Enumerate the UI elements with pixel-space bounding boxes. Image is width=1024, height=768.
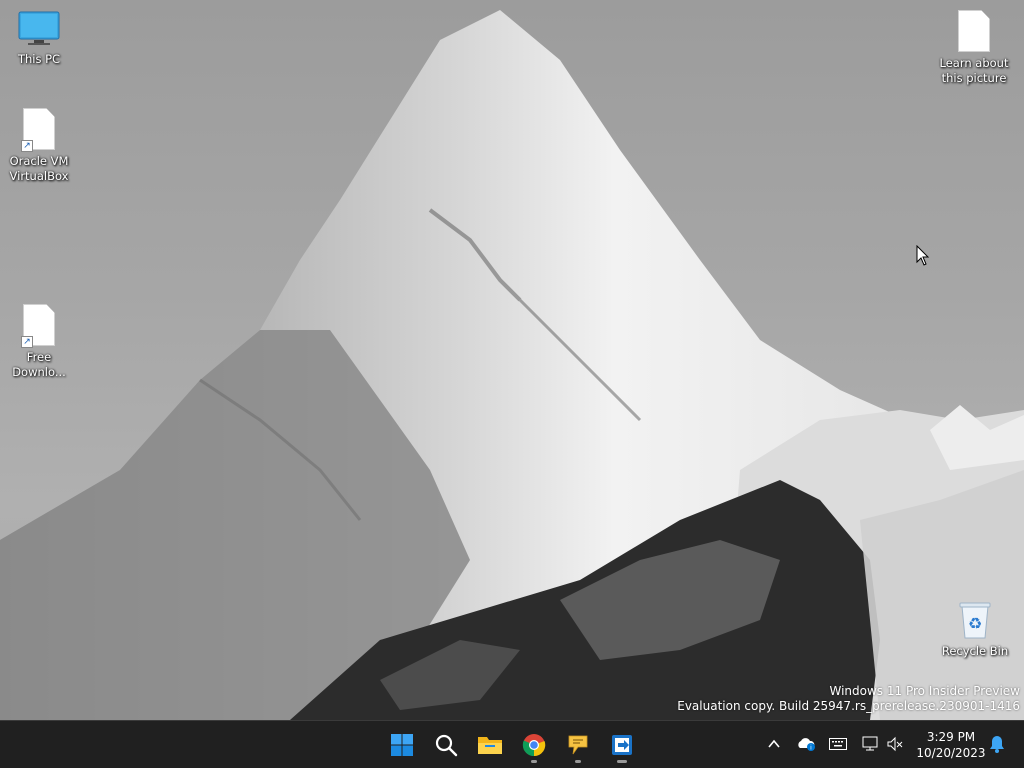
- monitor-icon: [18, 10, 60, 48]
- running-indicator: [531, 760, 537, 763]
- windows-watermark: Windows 11 Pro Insider Preview Evaluatio…: [677, 684, 1020, 714]
- document-icon: [958, 10, 990, 52]
- desktop-icon-label: This PC: [17, 52, 61, 66]
- search-button[interactable]: [428, 727, 464, 763]
- svg-text:♻: ♻: [968, 614, 982, 633]
- desktop[interactable]: This PC ↗ Oracle VM VirtualBox ↗ Free Do…: [0, 0, 1024, 720]
- desktop-icon-oracle-vm-virtualbox[interactable]: ↗ Oracle VM VirtualBox: [1, 108, 77, 184]
- chrome-icon: [522, 734, 546, 757]
- desktop-icon-free-download[interactable]: ↗ Free Downlo...: [1, 304, 77, 380]
- search-icon: [435, 734, 458, 757]
- network-icon: [862, 736, 878, 751]
- desktop-icon-label: Recycle Bin: [941, 644, 1009, 658]
- mountain-wallpaper: [0, 10, 1024, 720]
- desktop-icon-recycle-bin[interactable]: ♻ Recycle Bin: [937, 598, 1013, 659]
- volume-tray-button[interactable]: [884, 733, 906, 755]
- feedback-hub-button[interactable]: [560, 727, 596, 763]
- desktop-icon-label: Oracle VM VirtualBox: [9, 154, 69, 183]
- document-shortcut-icon: ↗: [21, 108, 55, 152]
- windows-start-icon: [391, 734, 413, 756]
- recycle-bin-icon: ♻: [957, 598, 993, 640]
- feedback-icon: [568, 735, 588, 755]
- clock-date: 10/20/2023: [916, 746, 986, 760]
- file-explorer-button[interactable]: [472, 727, 508, 763]
- taskbar: i 3:29 PM 10/20/2023: [0, 720, 1024, 768]
- desktop-icon-label: Free Downlo...: [12, 350, 66, 379]
- desktop-icon-this-pc[interactable]: This PC: [1, 10, 77, 67]
- taskbar-clock[interactable]: 3:29 PM 10/20/2023: [916, 729, 986, 761]
- onedrive-icon: i: [798, 738, 815, 752]
- notification-bell-icon: [990, 736, 1004, 753]
- desktop-icon-label: Learn about this picture: [939, 56, 1009, 85]
- folder-icon: [478, 737, 502, 754]
- shortcut-arrow-icon: ↗: [21, 140, 33, 152]
- keyboard-tray-button[interactable]: [827, 733, 849, 755]
- shortcut-arrow-icon: ↗: [21, 336, 33, 348]
- notifications-button[interactable]: [986, 733, 1008, 755]
- chrome-taskbar-button[interactable]: [516, 727, 552, 763]
- chevron-up-icon: [768, 739, 780, 748]
- running-indicator: [617, 760, 627, 763]
- watermark-build: Evaluation copy. Build 25947.rs_prerelea…: [677, 699, 1020, 713]
- document-shortcut-icon: ↗: [21, 304, 55, 348]
- clock-time: 3:29 PM: [926, 730, 976, 744]
- start-button[interactable]: [384, 727, 420, 763]
- show-hidden-icons-button[interactable]: [763, 733, 785, 755]
- keyboard-icon: [829, 738, 847, 750]
- network-tray-button[interactable]: [859, 733, 881, 755]
- speaker-muted-icon: [887, 736, 903, 752]
- remote-app-icon: [612, 735, 632, 755]
- running-indicator: [575, 760, 581, 763]
- watermark-edition: Windows 11 Pro Insider Preview: [829, 684, 1020, 698]
- desktop-icon-learn-about-this-picture[interactable]: Learn about this picture: [936, 10, 1012, 86]
- mouse-pointer-icon: [916, 245, 930, 266]
- remote-app-button[interactable]: [604, 727, 640, 763]
- onedrive-tray-button[interactable]: i: [795, 733, 817, 755]
